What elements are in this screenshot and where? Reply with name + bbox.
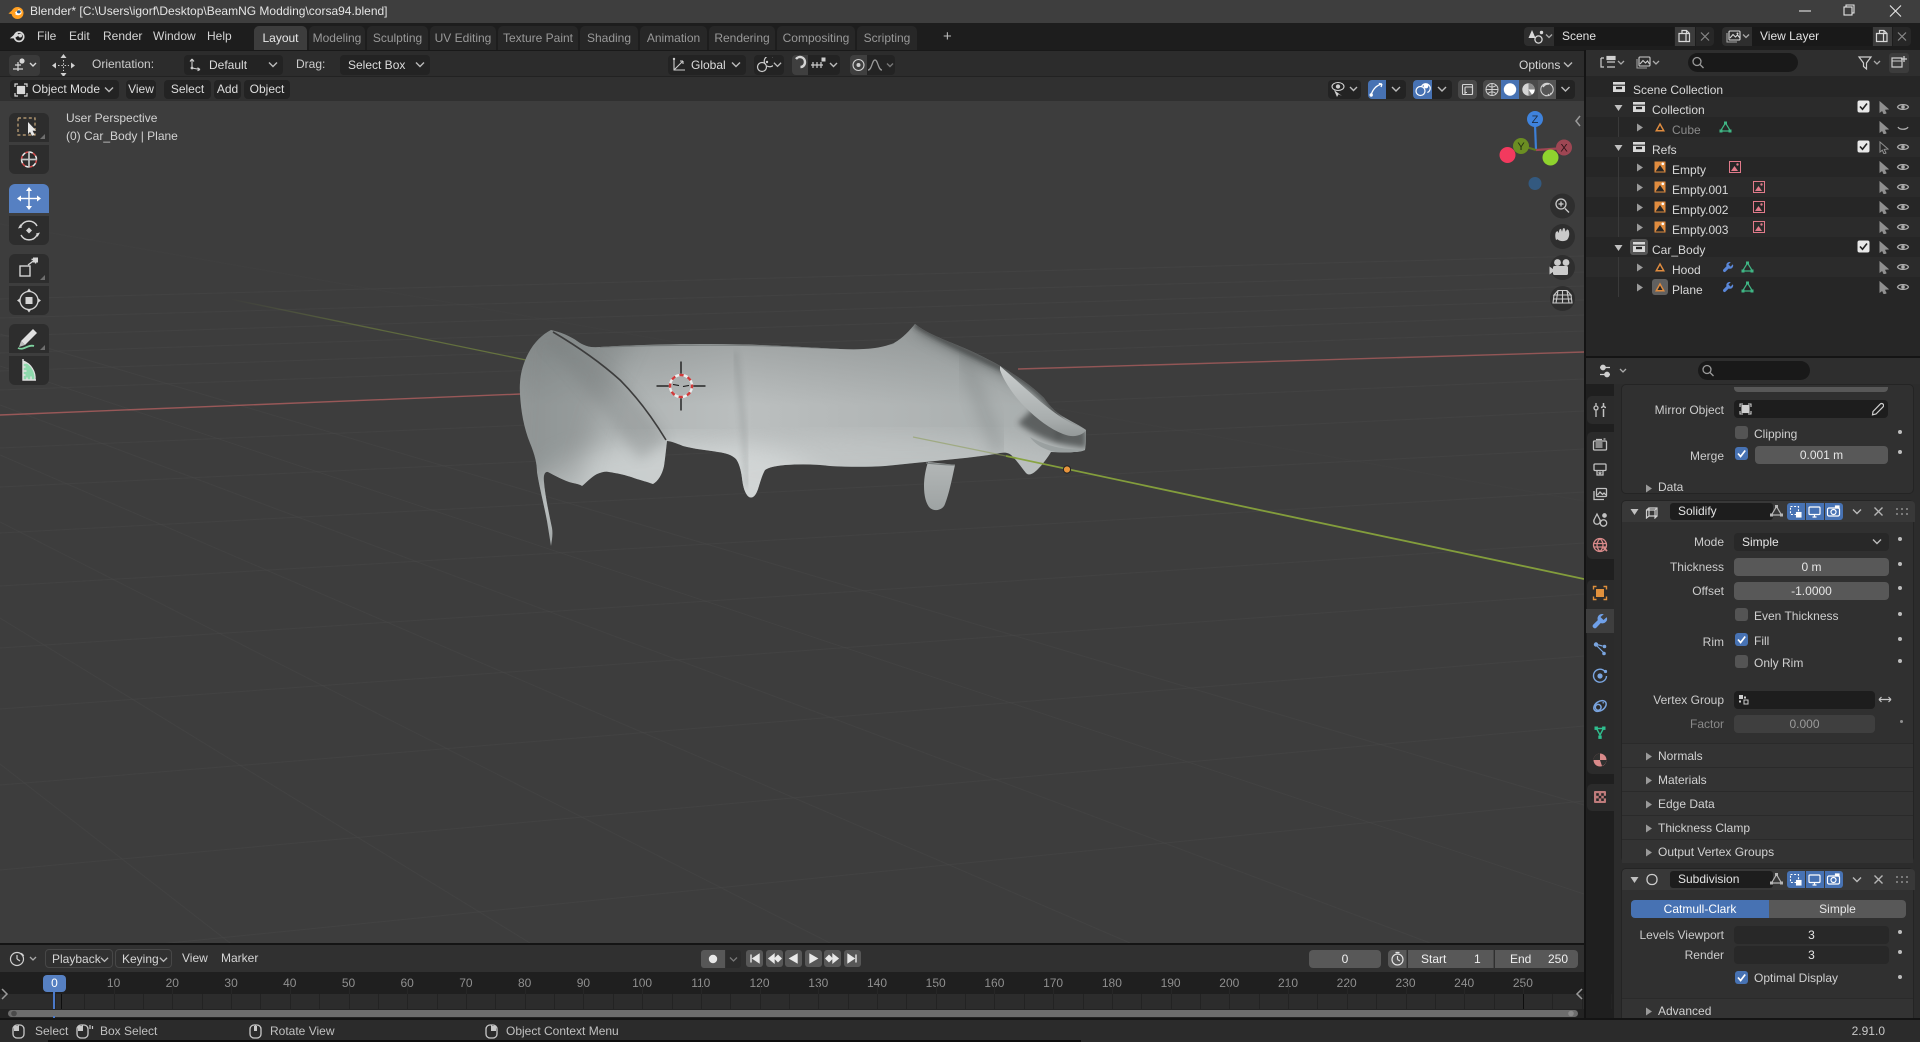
svg-text:Z: Z (1532, 114, 1539, 126)
svg-text:X: X (1560, 143, 1568, 155)
svg-text:Y: Y (1517, 141, 1525, 153)
